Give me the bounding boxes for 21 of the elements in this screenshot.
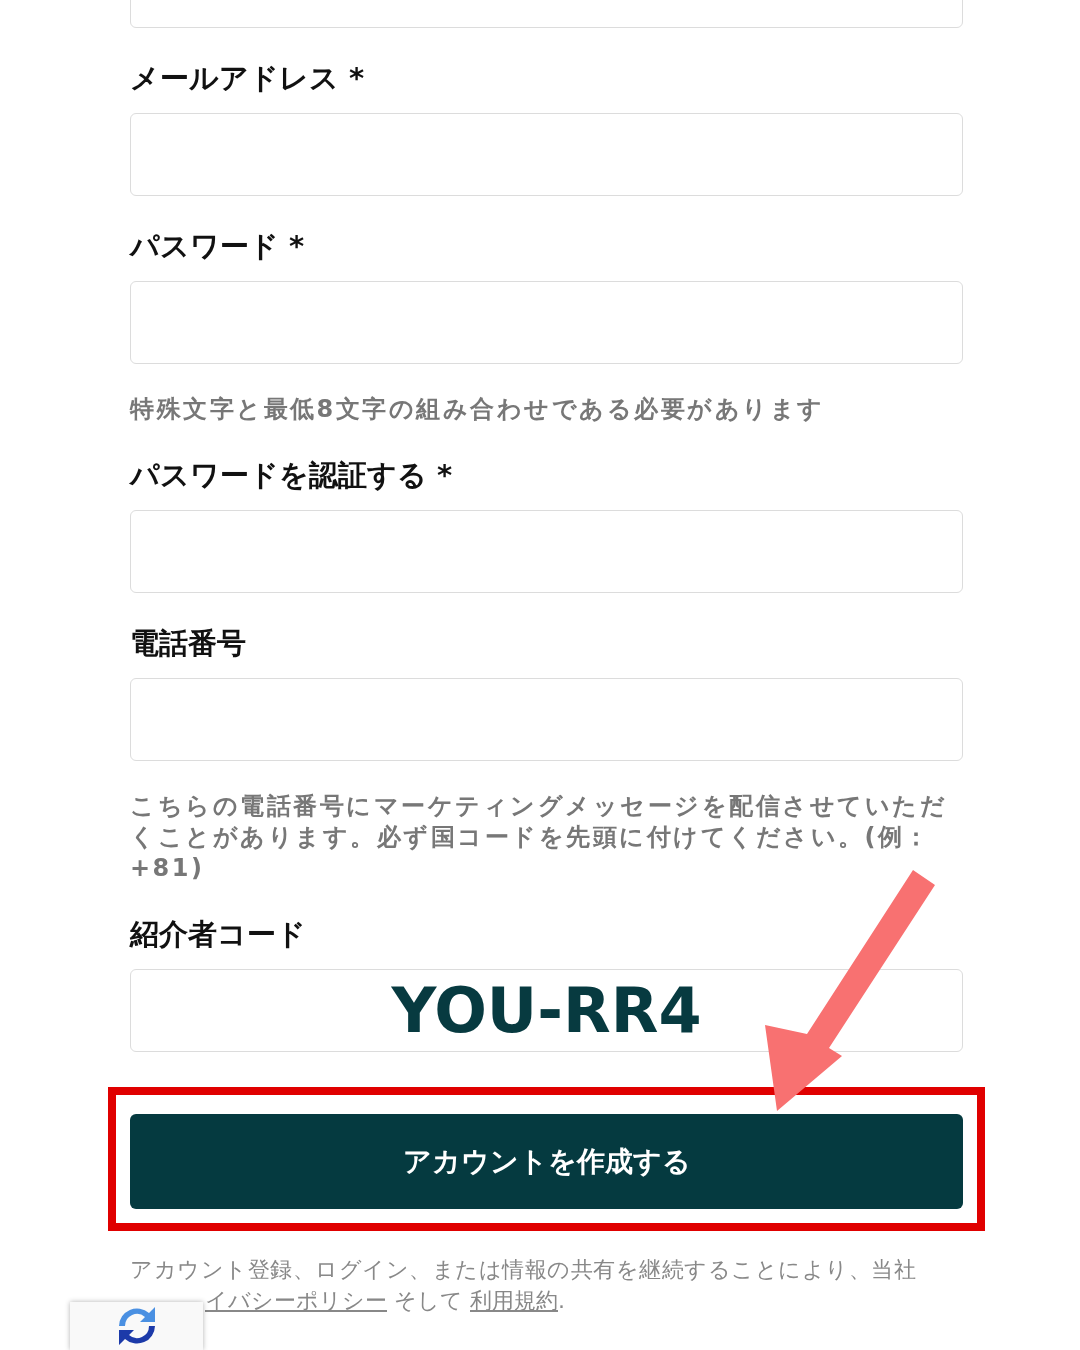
- field-label: 紹介者コード: [130, 916, 307, 953]
- field-label: パスワードを認証する *: [130, 457, 454, 494]
- annotation-text: YOU-RR4: [391, 975, 702, 1046]
- terms-link[interactable]: 利用規約: [470, 1288, 558, 1313]
- field-label: 電話番号: [130, 625, 247, 662]
- field-label: メールアドレス *: [130, 60, 366, 97]
- input-field[interactable]: [130, 678, 963, 761]
- create-account-button[interactable]: アカウントを作成する: [130, 1114, 963, 1209]
- terms-text: そして: [393, 1288, 464, 1313]
- terms-text: .: [558, 1288, 565, 1313]
- arrow-icon: [765, 870, 935, 1111]
- terms-text: アカウント登録、ログイン、または情報の共有を継続することにより、当社: [130, 1256, 917, 1284]
- input-field[interactable]: [130, 510, 963, 593]
- field-label: パスワード *: [130, 228, 306, 265]
- captcha-icon: [116, 1306, 157, 1346]
- hint-text: こちらの電話番号にマーケティングメッセージを配信させていただくことがあります。必ず国コードを先頭に付けてください。(例：+81): [130, 791, 948, 884]
- privacy-link[interactable]: イバシーポリシー: [205, 1288, 387, 1313]
- input-field[interactable]: [130, 113, 963, 196]
- input-field[interactable]: [130, 281, 963, 364]
- hint-text: 特殊文字と最低8文字の組み合わせである必要があります: [130, 394, 826, 425]
- input-field[interactable]: YOU-RR4: [130, 969, 963, 1052]
